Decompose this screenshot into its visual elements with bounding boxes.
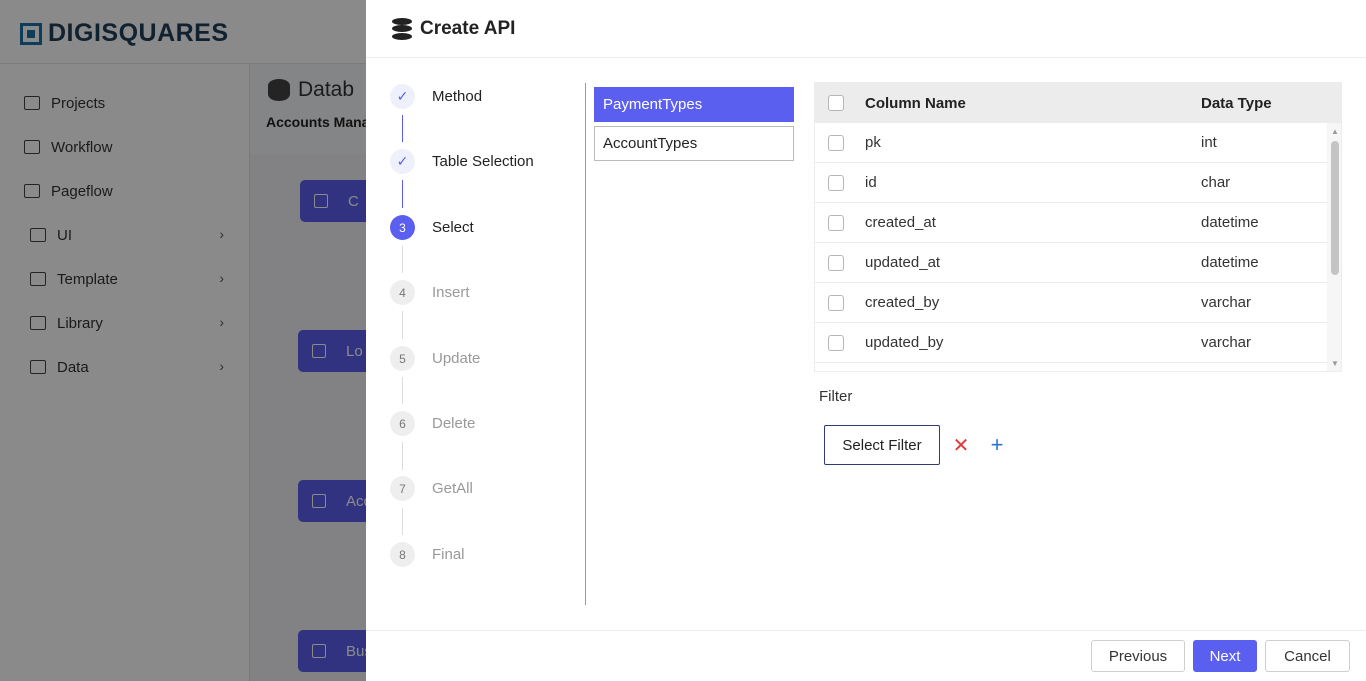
check-icon: ✓ (390, 149, 415, 174)
column-header-type[interactable]: Data Type (1201, 95, 1272, 112)
column-name-cell: created_at (865, 214, 936, 231)
data-type-cell: datetime (1201, 254, 1259, 271)
step-connector (402, 377, 403, 404)
table-row[interactable]: id char (815, 163, 1327, 203)
step-connector (402, 442, 403, 470)
step-label: Delete (432, 415, 476, 432)
table-row[interactable]: pk int (815, 123, 1327, 163)
table-row[interactable]: created_by varchar (815, 283, 1327, 323)
step-number: 4 (390, 280, 415, 305)
column-name-cell: pk (865, 134, 881, 151)
grid-scrollbar[interactable]: ▲ ▼ (1327, 123, 1341, 371)
add-filter-icon[interactable]: + (982, 430, 1012, 460)
previous-button[interactable]: Previous (1091, 640, 1185, 672)
filter-label: Filter (819, 388, 853, 405)
check-icon: ✓ (390, 84, 415, 109)
cancel-button[interactable]: Cancel (1265, 640, 1350, 672)
drawer-footer: Previous Next Cancel (366, 630, 1366, 681)
grid-header: Column Name Data Type (815, 83, 1327, 123)
table-item-paymenttypes[interactable]: PaymentTypes (594, 87, 794, 122)
data-type-cell: varchar (1201, 334, 1252, 351)
step-label: Table Selection (432, 153, 534, 170)
row-checkbox[interactable] (828, 214, 844, 231)
step-label: Select (432, 219, 474, 236)
step-table-selection[interactable]: ✓ Table Selection (390, 149, 580, 174)
data-type-cell: varchar (1201, 294, 1252, 311)
step-number: 6 (390, 411, 415, 436)
step-number: 7 (390, 476, 415, 501)
row-checkbox[interactable] (828, 294, 844, 311)
step-connector (402, 311, 403, 339)
step-delete[interactable]: 6 Delete (390, 411, 580, 436)
data-type-cell: int (1201, 134, 1217, 151)
step-number: 5 (390, 346, 415, 371)
step-number: 8 (390, 542, 415, 567)
step-method[interactable]: ✓ Method (390, 84, 580, 109)
column-name-cell: id (865, 174, 877, 191)
row-checkbox[interactable] (828, 134, 844, 151)
data-type-cell: char (1201, 174, 1231, 191)
table-row[interactable]: updated_at datetime (815, 243, 1327, 283)
columns-grid: Column Name Data Type pk int id char cre… (814, 82, 1342, 372)
step-number: 3 (390, 215, 415, 240)
table-row[interactable]: created_at datetime (815, 203, 1327, 243)
row-checkbox[interactable] (828, 334, 844, 351)
divider (585, 83, 586, 605)
column-name-cell: created_by (865, 294, 940, 311)
step-connector (402, 115, 403, 142)
step-update[interactable]: 5 Update (390, 346, 580, 371)
column-name-cell: updated_at (865, 254, 941, 271)
step-final[interactable]: 8 Final (390, 542, 580, 567)
step-label: GetAll (432, 480, 473, 497)
grid-header-scroll-spacer (1327, 83, 1341, 123)
scroll-down-icon[interactable]: ▼ (1331, 359, 1339, 368)
step-label: Final (432, 546, 465, 563)
next-button[interactable]: Next (1193, 640, 1257, 672)
select-filter-button[interactable]: Select Filter (824, 425, 940, 465)
column-header-name[interactable]: Column Name (865, 95, 966, 112)
data-type-cell: datetime (1201, 214, 1259, 231)
select-all-checkbox[interactable] (828, 95, 844, 111)
database-icon (392, 17, 412, 40)
column-name-cell: updated_by (865, 334, 944, 351)
drawer-title: Create API (420, 17, 516, 39)
step-connector (402, 180, 403, 208)
step-insert[interactable]: 4 Insert (390, 280, 580, 305)
step-label: Insert (432, 284, 470, 301)
table-item-accounttypes[interactable]: AccountTypes (594, 126, 794, 161)
step-label: Method (432, 88, 483, 105)
scroll-thumb[interactable] (1331, 141, 1339, 275)
step-label: Update (432, 350, 481, 367)
scroll-up-icon[interactable]: ▲ (1331, 127, 1339, 136)
step-connector (402, 508, 403, 535)
step-getall[interactable]: 7 GetAll (390, 476, 580, 501)
remove-filter-icon[interactable]: ✕ (946, 430, 976, 460)
row-checkbox[interactable] (828, 254, 844, 271)
drawer-header: Create API (366, 0, 1366, 58)
table-row[interactable]: updated_by varchar (815, 323, 1327, 363)
row-checkbox[interactable] (828, 174, 844, 191)
step-connector (402, 246, 403, 273)
create-api-drawer: Create API ✓ Method ✓ Table Selection 3 … (366, 0, 1366, 681)
step-select[interactable]: 3 Select (390, 215, 580, 240)
